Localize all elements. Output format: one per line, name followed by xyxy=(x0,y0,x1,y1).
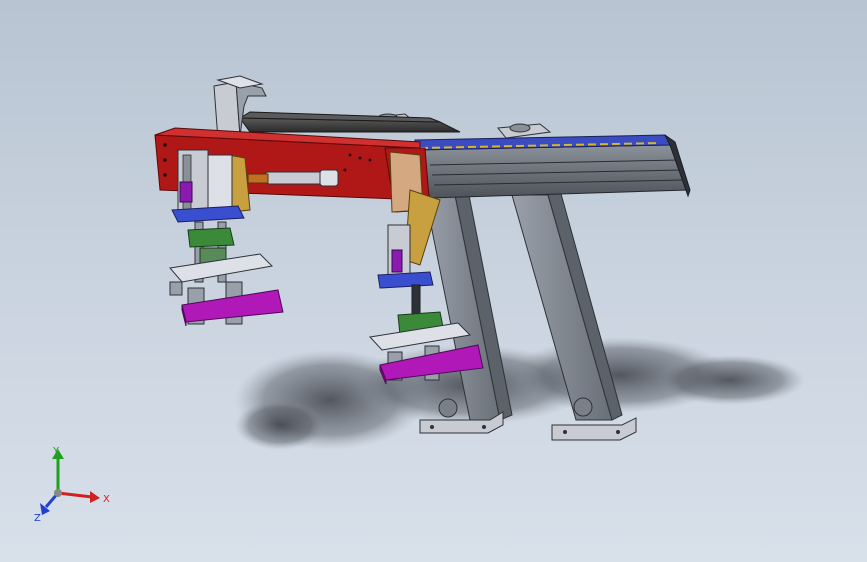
x-axis-line xyxy=(57,491,93,499)
gantry-assembly-model[interactable] xyxy=(0,0,867,562)
x-axis-arrow-icon xyxy=(90,491,100,503)
x-axis-label: X xyxy=(103,494,110,505)
y-axis-label: Y xyxy=(52,446,60,457)
cad-viewport[interactable]: Y X Z xyxy=(0,0,867,562)
ground-shadow xyxy=(235,337,805,450)
origin-icon xyxy=(54,489,62,497)
z-axis-label: Z xyxy=(34,513,41,524)
coordinate-triad: Y X Z xyxy=(34,446,110,524)
horizontal-rail-beam xyxy=(414,134,691,199)
cable-drag-chain xyxy=(238,111,461,133)
